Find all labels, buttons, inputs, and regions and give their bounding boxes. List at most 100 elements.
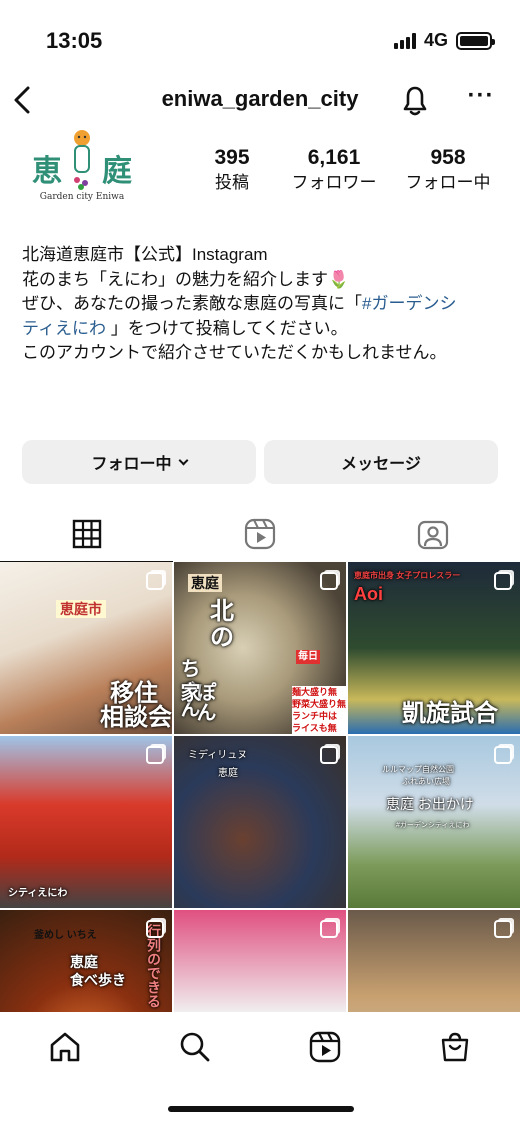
bio-line: 花のまち「えにわ」の魅力を紹介します🌷 bbox=[22, 268, 502, 293]
post-caption: ルルマップ自然公園 bbox=[382, 765, 454, 774]
home-indicator[interactable] bbox=[168, 1106, 354, 1112]
bio-line: ティえにわ 」をつけて投稿してください。 bbox=[22, 317, 502, 342]
hashtag-link[interactable]: ティえにわ bbox=[22, 319, 106, 338]
home-icon bbox=[50, 1032, 80, 1062]
carousel-icon bbox=[320, 920, 338, 938]
profile-stats: 395 投稿 6,161 フォロワー 958 フォロー中 bbox=[186, 146, 506, 196]
post-caption: 食べ歩き bbox=[70, 972, 126, 988]
bio-line: ぜひ、あなたの撮った素敵な恵庭の写真に「#ガーデンシ bbox=[22, 292, 502, 317]
profile-avatar-logo[interactable]: 恵 庭 Garden city Eniwa bbox=[26, 128, 138, 208]
carousel-icon bbox=[146, 746, 164, 764]
post-tile[interactable] bbox=[174, 910, 346, 1012]
reels-icon bbox=[309, 1031, 341, 1063]
post-note: ランチ中は bbox=[292, 710, 338, 722]
nav-reels[interactable] bbox=[273, 1017, 377, 1077]
post-caption: の bbox=[210, 624, 234, 651]
post-caption: 相談会 bbox=[100, 704, 172, 731]
post-note: ライスも無料！ bbox=[292, 722, 346, 734]
post-caption: Aoi bbox=[354, 584, 383, 604]
status-time: 13:05 bbox=[46, 28, 103, 53]
nav-home[interactable] bbox=[13, 1017, 117, 1077]
post-tile[interactable]: ルルマップ自然公園 ふれあい広場 恵庭 お出かけ #ガーデンシティえにわ bbox=[348, 736, 520, 908]
stat-value: 395 bbox=[214, 146, 250, 169]
notification-bell-icon[interactable] bbox=[398, 82, 432, 118]
tab-posts-grid[interactable] bbox=[0, 506, 174, 562]
following-button-label: フォロー中 bbox=[91, 456, 172, 473]
bio-line: 北海道恵庭市【公式】Instagram bbox=[22, 245, 268, 264]
post-tile[interactable]: ミディリュヌ 恵庭 bbox=[174, 736, 346, 908]
post-caption: ミディリュヌ bbox=[188, 750, 248, 761]
battery-icon bbox=[456, 31, 495, 50]
profile-username: eniwa_garden_city bbox=[161, 86, 359, 111]
bio-line: このアカウントで紹介させていただくかもしれません。 bbox=[22, 343, 447, 362]
tab-reels[interactable] bbox=[173, 506, 346, 562]
search-icon bbox=[180, 1032, 210, 1062]
post-caption: 恵庭市出身 女子プロレスラー bbox=[354, 571, 461, 580]
status-indicators: 4G bbox=[393, 30, 495, 51]
stat-followers[interactable]: 6,161 フォロワー bbox=[278, 146, 390, 196]
post-tile[interactable]: 恵庭市 移住 相談会 bbox=[0, 562, 172, 734]
message-button[interactable]: メッセージ bbox=[264, 440, 498, 484]
carousel-icon bbox=[146, 572, 164, 590]
bottom-nav bbox=[0, 1012, 520, 1082]
profile-bio: 北海道恵庭市【公式】Instagram 花のまち「えにわ」の魅力を紹介します🌷 … bbox=[22, 243, 502, 366]
stat-label: 投稿 bbox=[215, 173, 249, 192]
profile-actions: フォロー中 メッセージ bbox=[22, 440, 498, 484]
post-caption: 凱旋試合 bbox=[402, 700, 498, 727]
logo-kanji-right: 庭 bbox=[102, 154, 132, 189]
carousel-icon bbox=[494, 572, 512, 590]
carousel-icon bbox=[494, 920, 512, 938]
tulip-emoji: 🌷 bbox=[328, 269, 350, 289]
post-caption: 北 bbox=[210, 598, 234, 625]
post-tile[interactable] bbox=[348, 910, 520, 1012]
stat-value: 6,161 bbox=[307, 146, 361, 169]
more-options-icon[interactable]: ··· bbox=[466, 84, 496, 116]
carousel-icon bbox=[320, 572, 338, 590]
message-button-label: メッセージ bbox=[341, 456, 421, 473]
profile-header: eniwa_garden_city ··· bbox=[0, 80, 520, 120]
stat-label: フォロー中 bbox=[405, 173, 491, 192]
post-tile[interactable]: 恵庭市出身 女子プロレスラー Aoi 凱旋試合 bbox=[348, 562, 520, 734]
bio-text: ぜひ、あなたの撮った素敵な恵庭の写真に「 bbox=[22, 294, 362, 313]
carousel-icon bbox=[146, 920, 164, 938]
post-badge: 毎日 bbox=[296, 650, 320, 664]
stat-value: 958 bbox=[430, 146, 466, 169]
tagged-person-icon bbox=[418, 520, 449, 550]
nav-shop[interactable] bbox=[403, 1017, 507, 1077]
profile-tabs bbox=[0, 506, 520, 562]
logo-kanji: 恵 庭 bbox=[26, 146, 138, 190]
nav-search[interactable] bbox=[143, 1017, 247, 1077]
following-button[interactable]: フォロー中 bbox=[22, 440, 256, 484]
post-caption: シティえにわ bbox=[8, 888, 68, 899]
status-bar: 13:05 4G bbox=[0, 0, 520, 80]
logo-kanji-left: 恵 bbox=[32, 154, 62, 189]
post-caption: ぽん家 bbox=[177, 682, 215, 722]
post-caption: 恵庭 bbox=[218, 768, 238, 779]
signal-icon bbox=[393, 32, 416, 49]
post-caption: 恵庭市 bbox=[56, 600, 106, 618]
post-caption: #ガーデンシティえにわ bbox=[396, 822, 470, 829]
post-tile[interactable]: 恵庭 北 の ちゃん ぽん家 毎日 麺大盛り無料！ 野菜大盛り無料！ ランチ中は… bbox=[174, 562, 346, 734]
post-tile[interactable]: 釜めし いちえ 恵庭 食べ歩き 行列のできる bbox=[0, 910, 172, 1012]
chevron-down-icon bbox=[178, 455, 188, 465]
stat-label: フォロワー bbox=[291, 173, 377, 192]
post-caption: 恵庭 bbox=[70, 954, 98, 970]
tab-tagged[interactable] bbox=[347, 506, 520, 562]
stat-following[interactable]: 958 フォロー中 bbox=[390, 146, 506, 196]
post-tile[interactable]: シティえにわ bbox=[0, 736, 172, 908]
reels-icon bbox=[244, 518, 276, 550]
stat-posts[interactable]: 395 投稿 bbox=[186, 146, 278, 196]
bio-text: 花のまち「えにわ」の魅力を紹介します bbox=[22, 269, 328, 289]
shopping-bag-icon bbox=[441, 1032, 469, 1062]
post-caption: 恵庭 bbox=[188, 574, 222, 592]
post-caption: 釜めし いちえ bbox=[34, 930, 97, 941]
hashtag-link[interactable]: #ガーデンシ bbox=[362, 294, 456, 313]
posts-grid: 恵庭市 移住 相談会 恵庭 北 の ちゃん ぽん家 毎日 麺大盛り無料！ 野菜大… bbox=[0, 562, 520, 1012]
post-caption: ふれあい広場 bbox=[402, 777, 450, 786]
grid-icon bbox=[72, 519, 101, 549]
post-caption: 恵庭 お出かけ bbox=[386, 796, 474, 812]
network-type: 4G bbox=[423, 30, 448, 50]
bio-text: 」をつけて投稿してください。 bbox=[105, 318, 348, 338]
carousel-icon bbox=[494, 746, 512, 764]
logo-subtitle: Garden city Eniwa bbox=[39, 192, 125, 202]
